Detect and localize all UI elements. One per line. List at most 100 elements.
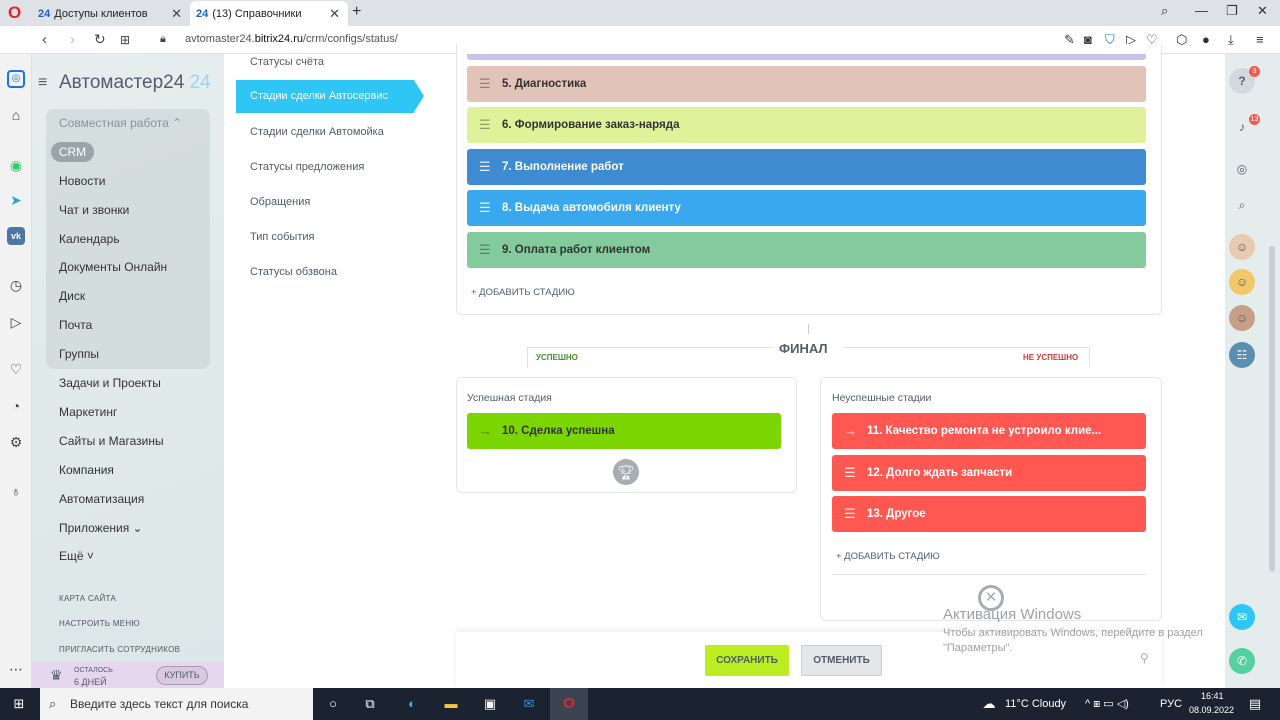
settings-icon[interactable]: ⚙: [7, 433, 25, 451]
menu-item[interactable]: Ещё ˅: [59, 549, 94, 563]
task-view-icon[interactable]: ⧉: [361, 695, 379, 713]
fail-stage-row[interactable]: ☰ 12. Долго ждать запчасти: [832, 455, 1146, 491]
taskbar-search[interactable]: ⌕ Введите здесь текст для поиска: [40, 688, 313, 720]
menu-item[interactable]: Новости: [59, 174, 105, 188]
back-icon[interactable]: ‹: [42, 31, 47, 48]
nav-carwash-stages[interactable]: Стадии сделки Автомойка: [250, 126, 384, 138]
menu-item[interactable]: Документы Онлайн: [59, 260, 167, 274]
new-tab-button[interactable]: +: [352, 3, 361, 21]
menu-item[interactable]: Чат и звонки: [59, 203, 129, 217]
download-icon[interactable]: ⤓: [1228, 32, 1234, 48]
forward-icon[interactable]: ›: [70, 31, 75, 48]
stage-row[interactable]: ☰ 7. Выполнение работ: [467, 149, 1146, 185]
nav-call-statuses[interactable]: Статусы обзвона: [250, 266, 337, 278]
menu-item[interactable]: Группы: [59, 347, 99, 361]
cancel-button[interactable]: ОТМЕНИТЬ: [801, 645, 882, 676]
configure-menu-link[interactable]: НАСТРОИТЬ МЕНЮ: [59, 619, 140, 628]
stage-row[interactable]: ☰ 8. Выдача автомобиля клиенту: [467, 190, 1146, 226]
fail-stage-row[interactable]: ☰ 13. Другое: [832, 496, 1146, 532]
invite-link[interactable]: ПРИГЛАСИТЬ СОТРУДНИКОВ: [59, 645, 180, 654]
avatar[interactable]: ☺: [1229, 269, 1255, 295]
stage-row[interactable]: ☰ 6. Формирование заказ-наряда: [467, 107, 1146, 143]
reload-icon[interactable]: ↻: [94, 31, 106, 48]
avatar[interactable]: ☺: [1229, 305, 1255, 331]
lightbulb-icon[interactable]: ♁: [7, 482, 25, 500]
group-chat-icon[interactable]: ☷: [1229, 342, 1255, 368]
buy-button[interactable]: КУПИТЬ: [156, 666, 208, 685]
heart-icon[interactable]: ♡: [7, 360, 25, 378]
portal-logo[interactable]: Автомастер24 24: [59, 72, 211, 94]
clock-date[interactable]: 08.09.2022: [1189, 705, 1234, 715]
menu-item[interactable]: Компания: [59, 463, 114, 477]
drag-handle-icon[interactable]: ☰: [479, 232, 491, 268]
menu-item[interactable]: Почта: [59, 318, 92, 332]
nav-quote-statuses[interactable]: Статусы предложения: [250, 161, 364, 173]
drag-handle-icon[interactable]: ☰: [479, 107, 491, 143]
url-field[interactable]: avtomaster24.bitrix24.ru/crm/configs/sta…: [185, 33, 398, 45]
windows-start-icon[interactable]: ⊞: [10, 695, 28, 713]
tab-directories[interactable]: 24 (13) Справочники ✕: [190, 1, 348, 26]
notification-center-icon[interactable]: ▤: [1246, 695, 1264, 713]
history-icon[interactable]: ◔: [7, 397, 25, 415]
opera-logo-icon[interactable]: O: [8, 4, 26, 22]
home-icon[interactable]: ⌂: [7, 106, 25, 124]
mail-icon[interactable]: ✉: [520, 695, 538, 713]
menu-item[interactable]: Диск: [59, 289, 85, 303]
minimize-icon[interactable]: —: [1195, 3, 1208, 18]
stage-row[interactable]: ☰ 5. Диагностика: [467, 66, 1146, 102]
vk-icon[interactable]: vk: [7, 227, 25, 245]
send-icon[interactable]: ▷: [7, 313, 25, 331]
more-icon[interactable]: ⋯: [7, 660, 25, 678]
menu-item-crm[interactable]: CRM: [51, 142, 94, 162]
bitrix-app-icon[interactable]: ◎: [7, 70, 25, 88]
menu-icon[interactable]: ≡: [1256, 32, 1264, 47]
sitemap-link[interactable]: КАРТА САЙТА: [59, 594, 116, 603]
menu-item[interactable]: Сайты и Магазины: [59, 434, 164, 448]
hamburger-icon[interactable]: ≡: [38, 74, 47, 92]
clock-time[interactable]: 16:41: [1201, 691, 1224, 701]
weather-text[interactable]: 11°C Cloudy: [1005, 698, 1066, 710]
close-tab-icon[interactable]: ✕: [171, 6, 182, 22]
whatsapp-icon[interactable]: ◉: [7, 156, 25, 174]
lock-icon[interactable]: 🔒︎: [160, 33, 166, 46]
success-stage-row[interactable]: → 10. Сделка успешна: [467, 413, 781, 449]
menu-item[interactable]: Приложения ⌄: [59, 521, 143, 535]
tab-client-access[interactable]: 24 Доступы клиентов ✕: [32, 1, 190, 26]
add-stage-link[interactable]: + ДОБАВИТЬ СТАДИЮ: [471, 287, 575, 298]
search-tabs-icon[interactable]: ⌕: [1161, 3, 1168, 19]
fail-stage-row[interactable]: → 11. Качество ремонта не устроило клие..…: [832, 413, 1146, 449]
save-button[interactable]: СОХРАНИТЬ: [705, 645, 789, 676]
close-tab-icon[interactable]: ✕: [329, 6, 340, 22]
search-icon[interactable]: ⌕: [1229, 192, 1255, 218]
nav-invoice-statuses[interactable]: Статусы счёта: [250, 56, 324, 68]
restore-icon[interactable]: ❐: [1226, 3, 1238, 19]
telegram-icon[interactable]: ➤: [7, 191, 25, 209]
tabs-grid-icon[interactable]: ⊞: [120, 33, 130, 47]
menu-item[interactable]: Автоматизация: [59, 492, 144, 506]
menu-item[interactable]: Календарь: [59, 232, 120, 246]
nav-event-type[interactable]: Тип события: [250, 231, 314, 243]
tray-icons[interactable]: ^ ⧆ ▭ ◁): [1085, 697, 1129, 711]
player-icon[interactable]: ◷: [7, 276, 25, 294]
store-icon[interactable]: ▣: [481, 695, 499, 713]
group-header[interactable]: Совместная работа ⌃: [59, 116, 182, 130]
cube-icon[interactable]: ⬡: [1176, 32, 1187, 48]
language-indicator[interactable]: РУС: [1160, 698, 1182, 710]
avatar[interactable]: ☺: [1229, 234, 1255, 260]
nav-appeals[interactable]: Обращения: [250, 196, 310, 208]
add-fail-stage-link[interactable]: + ДОБАВИТЬ СТАДИЮ: [836, 551, 940, 562]
profile-icon[interactable]: ●: [1202, 32, 1210, 47]
close-window-icon[interactable]: ✕: [1257, 3, 1268, 19]
drag-handle-icon[interactable]: ☰: [844, 496, 856, 532]
edge-icon[interactable]: ◐: [403, 695, 421, 713]
drag-handle-icon[interactable]: ☰: [479, 66, 491, 102]
drag-handle-icon[interactable]: ☰: [479, 149, 491, 185]
menu-item[interactable]: Маркетинг: [59, 405, 117, 419]
menu-item[interactable]: Задачи и Проекты: [59, 376, 161, 390]
nav-autoservice-stages[interactable]: Стадии сделки Автосервис: [236, 80, 424, 113]
opera-task-icon[interactable]: O: [550, 688, 588, 720]
drag-handle-icon[interactable]: ☰: [479, 190, 491, 226]
scrollbar[interactable]: [1269, 246, 1275, 572]
drag-handle-icon[interactable]: ☰: [844, 455, 856, 491]
explorer-icon[interactable]: ▬: [442, 695, 460, 713]
